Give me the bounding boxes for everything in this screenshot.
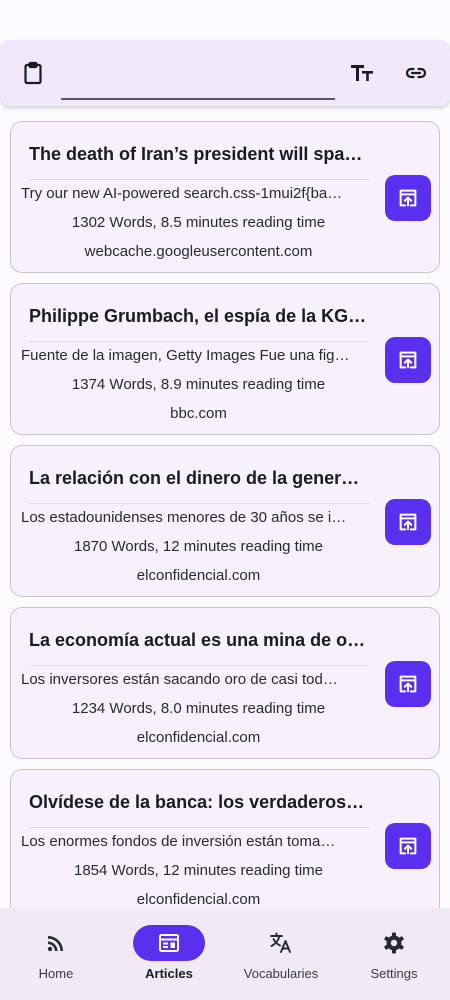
open-article-button[interactable] [385, 823, 431, 869]
top-toolbar [0, 40, 450, 106]
open-article-button[interactable] [385, 661, 431, 707]
article-source: elconfidencial.com [136, 891, 261, 908]
nav-indicator [20, 925, 92, 961]
url-input[interactable] [61, 66, 335, 96]
articles-icon [159, 934, 179, 952]
article-excerpt: Los estadounidenses menores de 30 años s… [21, 509, 347, 526]
nav-indicator [245, 925, 317, 961]
article-excerpt: Try our new AI-powered search.css-1mui2f… [21, 185, 343, 202]
bottom-navigation: Home Articles Vocabularies Settings [0, 908, 450, 1000]
nav-indicator [358, 925, 430, 961]
rss-feed-icon [47, 936, 63, 952]
article-title: La economía actual es una mina de o… [29, 630, 366, 650]
nav-label: Home [38, 966, 74, 981]
article-source: bbc.com [170, 405, 227, 422]
article-source: elconfidencial.com [136, 567, 261, 584]
nav-indicator [133, 925, 205, 961]
open-article-button[interactable] [385, 499, 431, 545]
article-source: elconfidencial.com [136, 729, 261, 746]
article-card[interactable]: The death of Iran’s president will spar…… [10, 121, 440, 273]
divider [29, 341, 369, 342]
article-card[interactable]: Olvídese de la banca: los verdaderos … L… [10, 769, 440, 921]
translate-icon [270, 932, 291, 953]
article-title: The death of Iran’s president will spar… [29, 144, 369, 164]
divider [29, 827, 369, 828]
nav-label: Vocabularies [243, 966, 319, 981]
nav-item-home[interactable]: Home [0, 908, 112, 1000]
nav-item-articles[interactable]: Articles [113, 908, 225, 1000]
url-input-underline [61, 98, 335, 100]
article-excerpt: Los enormes fondos de inversión están to… [21, 833, 336, 850]
text-size-icon[interactable] [349, 60, 375, 86]
gear-icon [384, 932, 404, 954]
article-card[interactable]: Philippe Grumbach, el espía de la KG… Fu… [10, 283, 440, 435]
article-title: Olvídese de la banca: los verdaderos … [29, 792, 369, 812]
article-title: La relación con el dinero de la genera… [29, 468, 369, 488]
divider [29, 503, 369, 504]
open-in-browser-icon [399, 675, 417, 693]
article-card[interactable]: La economía actual es una mina de o… Los… [10, 607, 440, 759]
open-article-button[interactable] [385, 175, 431, 221]
article-excerpt: Los inversores están sacando oro de casi… [21, 671, 338, 688]
article-stats: 1374 Words, 8.9 minutes reading time [71, 376, 326, 393]
open-in-browser-icon [399, 189, 417, 207]
nav-label: Settings [370, 966, 418, 981]
clipboard-icon[interactable] [20, 60, 46, 86]
open-in-browser-icon [399, 351, 417, 369]
article-stats: 1302 Words, 8.5 minutes reading time [71, 214, 326, 231]
divider [29, 665, 369, 666]
open-in-browser-icon [399, 513, 417, 531]
open-article-button[interactable] [385, 337, 431, 383]
nav-item-vocabularies[interactable]: Vocabularies [225, 908, 337, 1000]
article-stats: 1234 Words, 8.0 minutes reading time [71, 700, 326, 717]
article-card[interactable]: La relación con el dinero de la genera… … [10, 445, 440, 597]
link-icon[interactable] [403, 60, 429, 86]
nav-item-settings[interactable]: Settings [338, 908, 450, 1000]
article-stats: 1854 Words, 12 minutes reading time [73, 862, 324, 879]
nav-label: Articles [145, 966, 193, 981]
open-in-browser-icon [399, 837, 417, 855]
article-title: Philippe Grumbach, el espía de la KG… [29, 306, 367, 326]
article-list: The death of Iran’s president will spar…… [10, 121, 440, 931]
divider [29, 179, 369, 180]
article-excerpt: Fuente de la imagen, Getty Images Fue un… [21, 347, 350, 364]
article-stats: 1870 Words, 12 minutes reading time [73, 538, 324, 555]
article-source: webcache.googleusercontent.com [84, 243, 313, 260]
